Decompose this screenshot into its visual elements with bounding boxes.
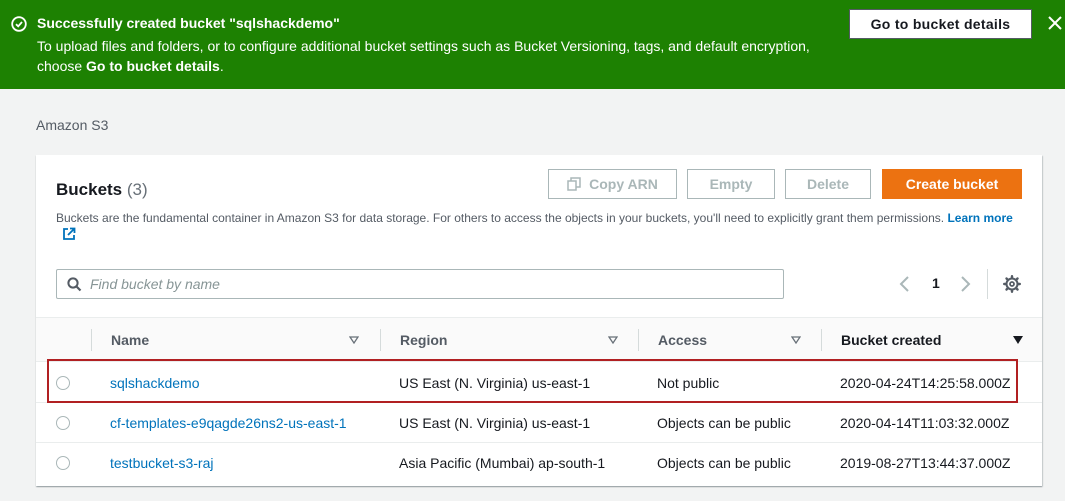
bucket-region: US East (N. Virginia) us-east-1 <box>399 415 591 431</box>
table-row[interactable]: sqlshackdemo US East (N. Virginia) us-ea… <box>36 363 1042 403</box>
search-field[interactable] <box>56 269 784 299</box>
row-radio[interactable] <box>56 376 70 390</box>
flash-message-suffix: . <box>219 58 224 74</box>
sort-descending-icon[interactable] <box>1013 336 1023 344</box>
bucket-name-link[interactable]: sqlshackdemo <box>110 363 200 403</box>
column-divider <box>91 329 92 351</box>
row-radio[interactable] <box>56 416 70 430</box>
bucket-name-link[interactable]: testbucket-s3-raj <box>110 443 213 483</box>
flash-title: Successfully created bucket "sqlshackdem… <box>37 15 340 31</box>
column-divider <box>380 329 381 351</box>
sort-icon[interactable] <box>608 336 618 344</box>
go-to-bucket-details-button[interactable]: Go to bucket details <box>849 9 1032 39</box>
flash-message-line1: To upload files and folders, or to confi… <box>37 38 810 54</box>
bucket-created: 2020-04-14T11:03:32.000Z <box>840 415 1010 431</box>
search-input[interactable] <box>90 274 770 294</box>
table-row[interactable]: testbucket-s3-raj Asia Pacific (Mumbai) … <box>36 443 1042 483</box>
bucket-created: 2020-04-24T14:25:58.000Z <box>840 375 1011 391</box>
bucket-count: (3) <box>126 180 148 199</box>
column-header-access[interactable]: Access <box>658 318 707 362</box>
column-header-region[interactable]: Region <box>400 318 447 362</box>
bucket-access: Not public <box>657 375 720 391</box>
flash-message-line2: choose Go to bucket details. <box>37 56 837 76</box>
column-divider <box>638 329 639 351</box>
flash-message: To upload files and folders, or to confi… <box>37 36 837 76</box>
success-check-icon <box>11 16 27 32</box>
external-link-icon[interactable] <box>62 227 76 241</box>
learn-more-link[interactable]: Learn more <box>947 211 1012 225</box>
buckets-panel: Buckets (3) Copy ARN Empty Delete Create… <box>36 155 1042 486</box>
empty-button[interactable]: Empty <box>687 169 775 199</box>
create-bucket-button[interactable]: Create bucket <box>882 169 1022 199</box>
page-number[interactable]: 1 <box>932 275 940 291</box>
previous-page-icon[interactable] <box>898 275 912 293</box>
success-flash-banner: Successfully created bucket "sqlshackdem… <box>0 0 1065 89</box>
column-header-bucket-created[interactable]: Bucket created <box>841 318 941 362</box>
sort-icon[interactable] <box>349 336 359 344</box>
flash-message-prefix: choose <box>37 58 87 74</box>
copy-arn-label: Copy ARN <box>589 176 658 192</box>
description-text: Buckets are the fundamental container in… <box>56 211 945 225</box>
bucket-created: 2019-08-27T13:44:37.000Z <box>840 455 1011 471</box>
gear-icon[interactable] <box>1003 275 1021 293</box>
copy-icon <box>567 177 581 191</box>
table-header: Name Region Access Bucket created <box>36 317 1042 362</box>
breadcrumb[interactable]: Amazon S3 <box>36 117 108 133</box>
column-header-name[interactable]: Name <box>111 318 149 362</box>
copy-arn-button[interactable]: Copy ARN <box>548 169 677 199</box>
pagination-divider <box>987 269 988 299</box>
bucket-region: US East (N. Virginia) us-east-1 <box>399 375 591 391</box>
sort-icon[interactable] <box>791 336 801 344</box>
bucket-access: Objects can be public <box>657 415 791 431</box>
row-radio[interactable] <box>56 456 70 470</box>
panel-title: Buckets (3) <box>56 180 148 200</box>
bucket-region: Asia Pacific (Mumbai) ap-south-1 <box>399 455 606 471</box>
search-icon <box>67 277 82 292</box>
panel-title-text: Buckets <box>56 180 123 199</box>
bucket-name-link[interactable]: cf-templates-e9qagde26ns2-us-east-1 <box>110 403 347 443</box>
panel-description: Buckets are the fundamental container in… <box>56 208 1026 228</box>
close-icon[interactable] <box>1047 15 1063 31</box>
bucket-access: Objects can be public <box>657 455 791 471</box>
column-divider <box>821 329 822 351</box>
table-row[interactable]: cf-templates-e9qagde26ns2-us-east-1 US E… <box>36 403 1042 443</box>
delete-button[interactable]: Delete <box>785 169 871 199</box>
next-page-icon[interactable] <box>958 275 972 293</box>
flash-message-bold: Go to bucket details <box>86 58 220 74</box>
